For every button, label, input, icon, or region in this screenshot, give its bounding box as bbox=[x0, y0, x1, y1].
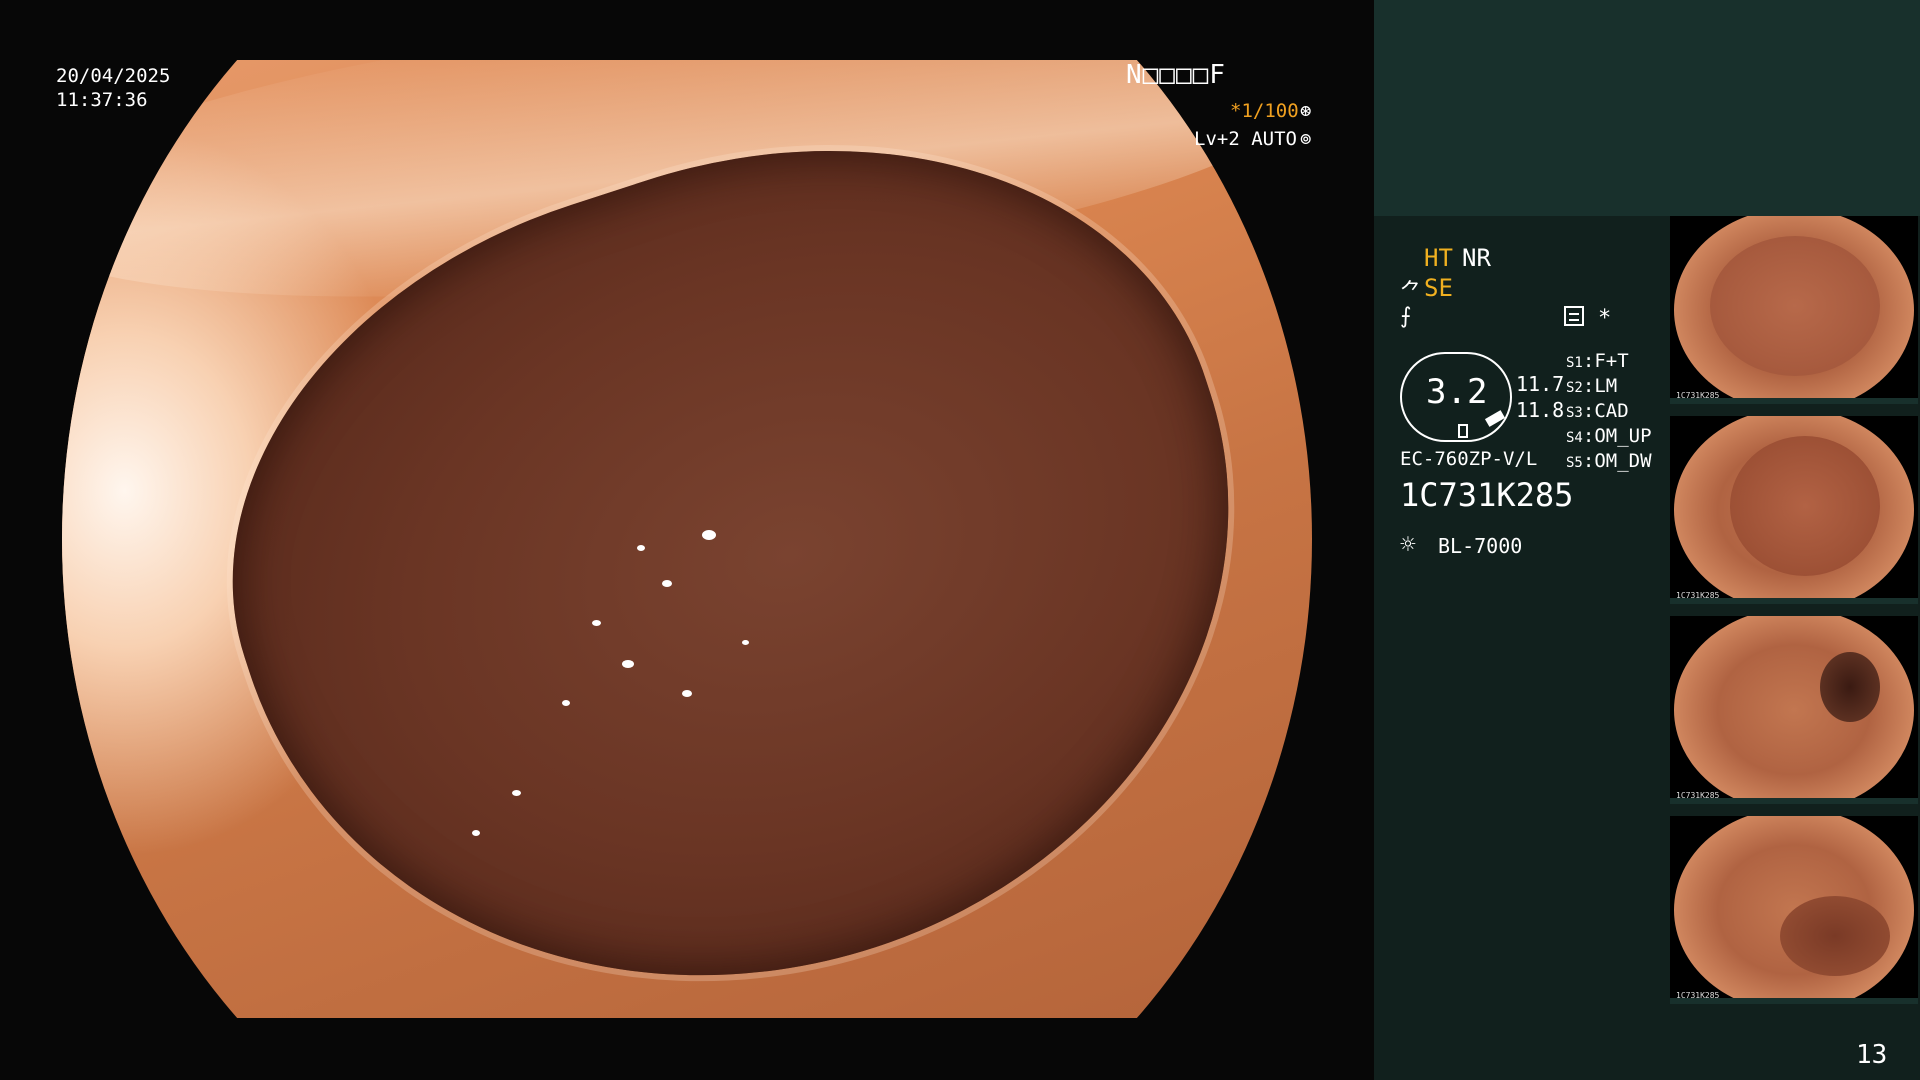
thumbnail-separator bbox=[1670, 798, 1918, 804]
scope-model: EC-760ZP-V/L bbox=[1400, 448, 1538, 470]
auto-icon: ⊚ bbox=[1300, 128, 1312, 150]
light-bulb-icon: ☼ bbox=[1400, 530, 1416, 560]
thumbnail-separator bbox=[1670, 398, 1918, 404]
mode-se: SE bbox=[1424, 274, 1453, 302]
light-reflection bbox=[622, 660, 634, 668]
light-reflection bbox=[562, 700, 570, 706]
captured-thumbnail[interactable]: 1C731K285 bbox=[1670, 616, 1918, 804]
setting-value: OM_UP bbox=[1594, 425, 1652, 447]
setting-value: LM bbox=[1594, 375, 1618, 397]
gauge-reading-1: 11.7 bbox=[1516, 372, 1565, 396]
captured-thumbnail[interactable]: 1C731K285 bbox=[1670, 416, 1918, 604]
gauge-indicator-icon bbox=[1458, 424, 1468, 438]
captured-thumbnail[interactable]: 1C731K285 bbox=[1670, 216, 1918, 404]
endoscopy-main-view bbox=[62, 60, 1312, 1018]
shutter-speed: *1/100 bbox=[1230, 100, 1299, 122]
thumbnail-lumen bbox=[1820, 652, 1880, 722]
captured-thumbnail[interactable]: 1C731K285 bbox=[1670, 816, 1918, 1004]
setting-key: S4 bbox=[1566, 430, 1583, 446]
light-reflection bbox=[702, 530, 716, 540]
light-reflection bbox=[592, 620, 601, 626]
thumbnail-lumen bbox=[1730, 436, 1880, 576]
thumbnail-separator bbox=[1670, 998, 1918, 1004]
light-source: BL-7000 bbox=[1438, 534, 1523, 558]
page-number: 13 bbox=[1856, 1040, 1888, 1070]
thumbnail-image bbox=[1674, 616, 1914, 804]
brightness-level: Lv+2 AUTO bbox=[1194, 128, 1297, 150]
setting-key: S1 bbox=[1566, 355, 1583, 371]
gauge-value: 3.2 bbox=[1426, 372, 1488, 412]
setting-s4: S4:OM_UP bbox=[1566, 425, 1652, 447]
time-text: 11:37:36 bbox=[56, 89, 148, 111]
thumbnail-lumen bbox=[1710, 236, 1880, 376]
date-text: 20/04/2025 bbox=[56, 65, 171, 87]
setting-key: S5 bbox=[1566, 455, 1583, 471]
mode-nr: NR bbox=[1462, 244, 1491, 272]
setting-key: S2 bbox=[1566, 380, 1583, 396]
light-reflection bbox=[512, 790, 521, 796]
se-icon: ⺈ bbox=[1400, 280, 1423, 305]
star-icon: * bbox=[1598, 306, 1612, 331]
setting-key: S3 bbox=[1566, 405, 1583, 421]
setting-value: OM_DW bbox=[1594, 450, 1652, 472]
thumbnail-separator bbox=[1670, 598, 1918, 604]
function-icon: ⨍ bbox=[1400, 304, 1412, 329]
scope-serial: 1C731K285 bbox=[1400, 476, 1574, 514]
light-reflection bbox=[472, 830, 480, 836]
mode-ht: HT bbox=[1424, 244, 1453, 272]
thumbnail-lumen bbox=[1780, 896, 1890, 976]
scope-code: N□□□□F bbox=[1126, 60, 1226, 90]
document-icon bbox=[1564, 306, 1584, 326]
shutter-icon: ⊛ bbox=[1300, 100, 1312, 122]
gauge-reading-2: 11.8 bbox=[1516, 398, 1565, 422]
light-reflection bbox=[662, 580, 672, 587]
timestamp: 20/04/2025 11:37:36 bbox=[56, 64, 170, 112]
setting-s2: S2:LM bbox=[1566, 375, 1618, 397]
light-reflection bbox=[637, 545, 645, 551]
light-reflection bbox=[682, 690, 692, 697]
info-panel-header bbox=[1374, 0, 1920, 216]
setting-s1: S1:F+T bbox=[1566, 350, 1629, 372]
setting-s5: S5:OM_DW bbox=[1566, 450, 1652, 472]
light-reflection bbox=[742, 640, 749, 645]
setting-value: CAD bbox=[1594, 400, 1629, 422]
setting-value: F+T bbox=[1594, 350, 1629, 372]
setting-s3: S3:CAD bbox=[1566, 400, 1629, 422]
